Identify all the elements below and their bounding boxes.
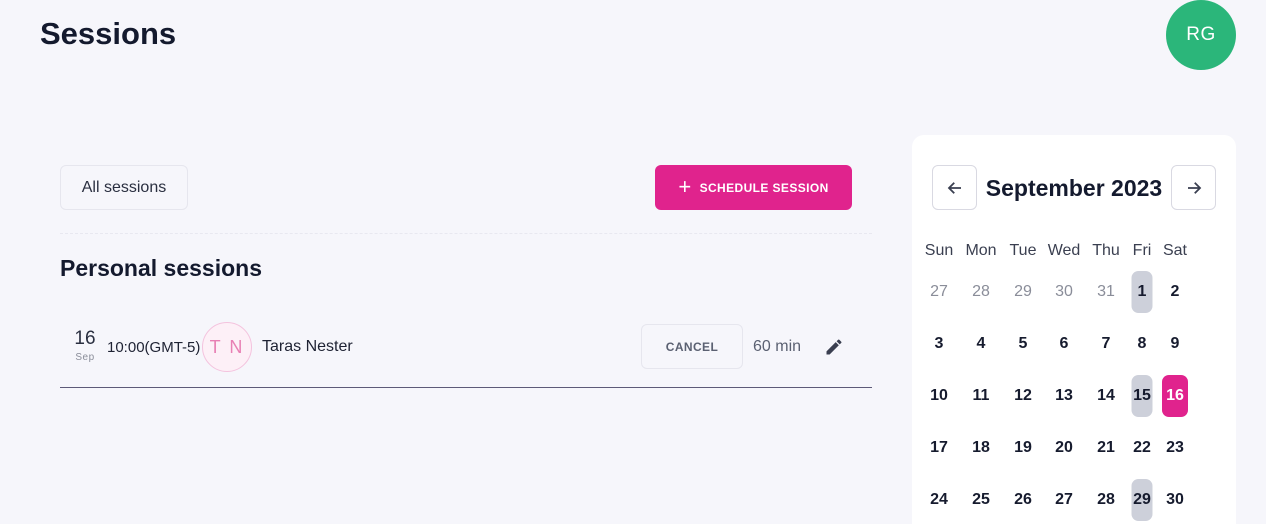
calendar-day-number: 4 — [976, 335, 986, 352]
calendar-day-number: 24 — [930, 491, 948, 508]
calendar-day-number: 7 — [1101, 335, 1111, 352]
calendar-day-number: 30 — [1055, 283, 1073, 300]
calendar-day-number: 21 — [1097, 439, 1115, 456]
calendar-day[interactable]: 18 — [959, 427, 1003, 469]
calendar-day-number: 6 — [1059, 335, 1069, 352]
calendar-day-number: 10 — [930, 387, 948, 404]
session-row[interactable]: 16 Sep 10:00(GMT-5) T N Taras Nester CAN… — [60, 318, 872, 388]
calendar-day[interactable]: 4 — [959, 323, 1003, 365]
calendar-day-number: 20 — [1055, 439, 1073, 456]
page-title: Sessions — [40, 16, 177, 51]
calendar-day-number: 17 — [930, 439, 948, 456]
calendar-day-number: 25 — [972, 491, 990, 508]
edit-pencil-icon[interactable] — [824, 337, 844, 357]
session-date: 16 Sep — [72, 328, 98, 363]
session-duration: 60 min — [753, 338, 802, 355]
calendar-day[interactable]: 23 — [1153, 427, 1197, 469]
calendar-day[interactable]: 25 — [959, 479, 1003, 521]
calendar-panel: September 2023 Sun Mon Tue Wed Thu Fri Sat 27 28… — [912, 135, 1236, 524]
calendar-day-number: 8 — [1137, 335, 1147, 352]
calendar-day-number: 5 — [1018, 335, 1028, 352]
calendar-day[interactable]: 27 — [917, 271, 961, 313]
calendar-day[interactable]: 26 — [1001, 479, 1045, 521]
calendar-day-number: 31 — [1097, 283, 1115, 300]
user-avatar[interactable]: RG — [1166, 0, 1236, 70]
calendar-day-number: 29 — [1133, 491, 1151, 508]
calendar-day-number: 18 — [972, 439, 990, 456]
calendar-day[interactable]: 29 — [1001, 271, 1045, 313]
calendar-day-number: 2 — [1170, 283, 1180, 300]
participant-avatar: T N — [202, 322, 252, 372]
calendar-day[interactable]: 30 — [1042, 271, 1086, 313]
next-month-button[interactable] — [1171, 165, 1216, 210]
session-date-month: Sep — [75, 352, 95, 363]
calendar-day[interactable]: 2 — [1153, 271, 1197, 313]
weekday-label: Tue — [1009, 242, 1037, 259]
weekday-label: Sat — [1162, 242, 1187, 259]
section-title: Personal sessions — [60, 255, 262, 281]
calendar-day-number: 13 — [1055, 387, 1073, 404]
weekday-label: Mon — [965, 242, 997, 259]
weekday-label: Wed — [1047, 242, 1081, 259]
calendar-day[interactable]: 27 — [1042, 479, 1086, 521]
calendar-day[interactable]: 24 — [917, 479, 961, 521]
calendar-day-number: 12 — [1014, 387, 1032, 404]
calendar-day-number: 29 — [1014, 283, 1032, 300]
plus-icon: + — [678, 173, 692, 199]
arrow-right-icon — [1187, 181, 1201, 194]
calendar-day[interactable]: 5 — [1001, 323, 1045, 365]
calendar-day[interactable]: 13 — [1042, 375, 1086, 417]
calendar-day-number: 9 — [1170, 335, 1180, 352]
calendar-day-number: 15 — [1133, 387, 1151, 404]
arrow-left-icon — [947, 181, 961, 194]
calendar-month-label: September 2023 — [985, 175, 1163, 201]
calendar-day-number: 19 — [1014, 439, 1032, 456]
calendar-day-number: 11 — [972, 387, 990, 404]
calendar-day[interactable]: 20 — [1042, 427, 1086, 469]
calendar-day-number: 23 — [1166, 439, 1184, 456]
calendar-day[interactable]: 11 — [959, 375, 1003, 417]
calendar-day-number: 16 — [1166, 387, 1184, 404]
calendar-day[interactable]: 17 — [917, 427, 961, 469]
all-sessions-filter-button[interactable]: All sessions — [60, 165, 188, 210]
calendar-day[interactable]: 9 — [1153, 323, 1197, 365]
cancel-session-button[interactable]: CANCEL — [641, 324, 743, 369]
calendar-day[interactable]: 6 — [1042, 323, 1086, 365]
calendar-day-number: 27 — [1055, 491, 1073, 508]
calendar-day-number: 14 — [1097, 387, 1115, 404]
calendar-day-number: 26 — [1014, 491, 1032, 508]
schedule-session-button[interactable]: + SCHEDULE SESSION — [655, 165, 852, 210]
calendar-day[interactable]: 30 — [1153, 479, 1197, 521]
weekday-label: Sun — [924, 242, 954, 259]
calendar-day[interactable]: 12 — [1001, 375, 1045, 417]
calendar-day[interactable]: 16 — [1153, 375, 1197, 417]
previous-month-button[interactable] — [932, 165, 977, 210]
calendar-day[interactable]: 3 — [917, 323, 961, 365]
calendar-day[interactable]: 28 — [959, 271, 1003, 313]
calendar-day[interactable]: 10 — [917, 375, 961, 417]
calendar-day[interactable]: 19 — [1001, 427, 1045, 469]
calendar-day-number: 27 — [930, 283, 948, 300]
calendar-day-number: 28 — [1097, 491, 1115, 508]
calendar-day-number: 3 — [934, 335, 944, 352]
session-date-day: 16 — [74, 328, 96, 349]
session-time: 10:00(GMT-5) — [107, 339, 201, 356]
calendar-day-number: 28 — [972, 283, 990, 300]
calendar-day-number: 30 — [1166, 491, 1184, 508]
schedule-session-label: SCHEDULE SESSION — [699, 180, 829, 195]
calendar-day-number: 1 — [1137, 283, 1147, 300]
participant-name[interactable]: Taras Nester — [262, 338, 353, 356]
calendar-day-number: 22 — [1133, 439, 1151, 456]
section-divider — [60, 233, 872, 234]
